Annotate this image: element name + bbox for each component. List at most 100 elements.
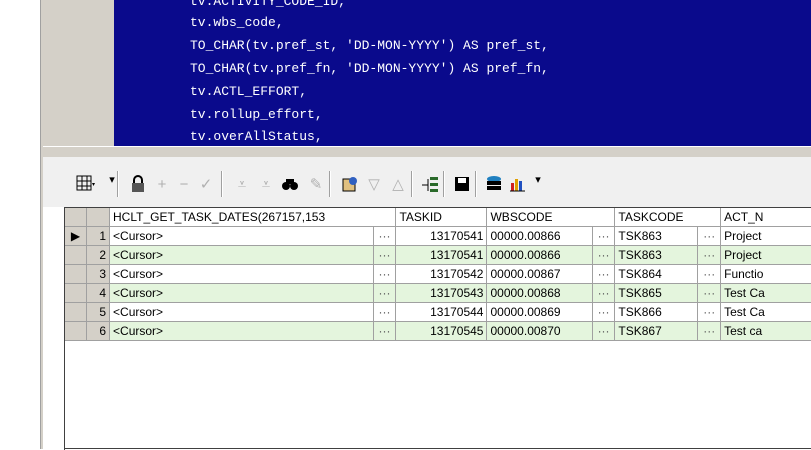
cell-ellipsis-button[interactable]: ··· xyxy=(592,283,616,303)
taskcode-cell[interactable]: TSK864 xyxy=(614,264,699,284)
row-number: 6 xyxy=(86,321,111,341)
save-icon[interactable] xyxy=(451,173,473,195)
add-icon[interactable]: + xyxy=(151,173,173,195)
act-name-cell[interactable]: Test ca xyxy=(720,321,811,341)
taskcode-cell[interactable]: TSK865 xyxy=(614,283,699,303)
explain-icon[interactable] xyxy=(419,173,441,195)
filter-icon[interactable]: ⩡ xyxy=(231,173,253,195)
results-grid: HCLT_GET_TASK_DATES(267157,153 TASKID WB… xyxy=(64,207,811,450)
table-row[interactable]: 2 <Cursor> ··· 13170541 00000.00866 ··· TSK863… xyxy=(65,245,811,265)
cell-ellipsis-button[interactable]: ··· xyxy=(592,264,616,284)
taskid-cell[interactable]: 13170541 xyxy=(395,226,488,246)
cursor-cell[interactable]: <Cursor> xyxy=(109,302,374,322)
toolbar-separator xyxy=(221,171,223,197)
taskid-cell[interactable]: 13170543 xyxy=(395,283,488,303)
edit-icon[interactable]: ✎ xyxy=(305,173,327,195)
delete-icon[interactable]: − xyxy=(173,173,195,195)
toolbar-separator xyxy=(117,171,119,197)
column-header-taskid[interactable]: TASKID xyxy=(395,208,488,227)
grid-menu-icon[interactable] xyxy=(75,173,97,195)
left-margin xyxy=(0,0,40,449)
cell-ellipsis-button[interactable]: ··· xyxy=(697,321,722,341)
wbscode-cell[interactable]: 00000.00866 xyxy=(486,226,593,246)
sql-editor[interactable]: tv.ACTIVITY_CODE_ID, tv.wbs_code, TO_CHA… xyxy=(114,0,811,146)
table-row[interactable]: ▶ 1 <Cursor> ··· 13170541 00000.00866 ··· TSK86… xyxy=(65,226,811,246)
table-row[interactable]: 3 <Cursor> ··· 13170542 00000.00867 ··· TSK864… xyxy=(65,264,811,284)
row-number: 2 xyxy=(86,245,111,265)
cell-ellipsis-button[interactable]: ··· xyxy=(373,245,397,265)
cell-ellipsis-button[interactable]: ··· xyxy=(697,245,722,265)
current-row-indicator xyxy=(65,264,87,284)
taskid-cell[interactable]: 13170545 xyxy=(395,321,488,341)
current-row-indicator xyxy=(65,302,87,322)
act-name-cell[interactable]: Project xyxy=(720,245,811,265)
row-number: 5 xyxy=(86,302,111,322)
act-name-cell[interactable]: Functio xyxy=(720,264,811,284)
cursor-cell[interactable]: <Cursor> xyxy=(109,283,374,303)
toolbar-separator xyxy=(443,171,445,197)
act-name-cell[interactable]: Test Ca xyxy=(720,302,811,322)
sort-up-icon[interactable]: △ xyxy=(387,173,409,195)
table-row[interactable]: 6 <Cursor> ··· 13170545 00000.00870 ··· TSK867… xyxy=(65,321,811,341)
taskid-cell[interactable]: 13170541 xyxy=(395,245,488,265)
wbscode-cell[interactable]: 00000.00867 xyxy=(486,264,593,284)
cell-ellipsis-button[interactable]: ··· xyxy=(373,321,397,341)
cell-ellipsis-button[interactable]: ··· xyxy=(373,283,397,303)
cell-ellipsis-button[interactable]: ··· xyxy=(697,226,722,246)
cell-ellipsis-button[interactable]: ··· xyxy=(592,245,616,265)
column-header-hclt[interactable]: HCLT_GET_TASK_DATES(267157,153 xyxy=(109,208,397,227)
row-number: 4 xyxy=(86,283,111,303)
taskid-cell[interactable]: 13170542 xyxy=(395,264,488,284)
taskcode-cell[interactable]: TSK866 xyxy=(614,302,699,322)
record-icon[interactable] xyxy=(339,173,361,195)
cursor-cell[interactable]: <Cursor> xyxy=(109,245,374,265)
taskcode-cell[interactable]: TSK863 xyxy=(614,226,699,246)
cell-ellipsis-button[interactable]: ··· xyxy=(373,264,397,284)
cursor-cell[interactable]: <Cursor> xyxy=(109,264,374,284)
act-name-cell[interactable]: Test Ca xyxy=(720,283,811,303)
chevron-down-icon[interactable]: ▾ xyxy=(527,169,549,191)
cell-ellipsis-button[interactable]: ··· xyxy=(373,226,397,246)
cell-ellipsis-button[interactable]: ··· xyxy=(592,302,616,322)
current-row-indicator xyxy=(65,321,87,341)
toolbar-separator xyxy=(329,171,331,197)
wbscode-cell[interactable]: 00000.00868 xyxy=(486,283,593,303)
cell-ellipsis-button[interactable]: ··· xyxy=(697,302,722,322)
cell-ellipsis-button[interactable]: ··· xyxy=(697,283,722,303)
act-name-cell[interactable]: Project xyxy=(720,226,811,246)
results-table: HCLT_GET_TASK_DATES(267157,153 TASKID WB… xyxy=(65,208,811,341)
export-icon[interactable] xyxy=(483,173,505,195)
cell-ellipsis-button[interactable]: ··· xyxy=(592,226,616,246)
sort-down-icon[interactable]: ▽ xyxy=(363,173,385,195)
row-number-header xyxy=(86,208,111,227)
wbscode-cell[interactable]: 00000.00869 xyxy=(486,302,593,322)
row-indicator-header xyxy=(65,208,87,227)
commit-icon[interactable]: ✓ xyxy=(195,173,217,195)
taskcode-cell[interactable]: TSK867 xyxy=(614,321,699,341)
toolbar-separator xyxy=(411,171,413,197)
table-row[interactable]: 4 <Cursor> ··· 13170543 00000.00868 ··· TSK865… xyxy=(65,283,811,303)
filter-clear-icon[interactable]: ⩡ xyxy=(255,173,277,195)
cursor-cell[interactable]: <Cursor> xyxy=(109,321,374,341)
wbscode-cell[interactable]: 00000.00870 xyxy=(486,321,593,341)
column-header-wbscode[interactable]: WBSCODE xyxy=(486,208,616,227)
toolbar-separator xyxy=(475,171,477,197)
taskcode-cell[interactable]: TSK863 xyxy=(614,245,699,265)
column-header-taskcode[interactable]: TASKCODE xyxy=(614,208,722,227)
chevron-down-icon[interactable]: ▾ xyxy=(101,169,123,191)
cell-ellipsis-button[interactable]: ··· xyxy=(697,264,722,284)
sql-line: tv.overAllStatus, xyxy=(190,129,323,144)
lock-icon[interactable] xyxy=(127,173,149,195)
table-row[interactable]: 5 <Cursor> ··· 13170544 00000.00869 ··· TSK866… xyxy=(65,302,811,322)
cell-ellipsis-button[interactable]: ··· xyxy=(373,302,397,322)
find-icon[interactable] xyxy=(279,173,301,195)
cell-ellipsis-button[interactable]: ··· xyxy=(592,321,616,341)
sql-line: TO_CHAR(tv.pref_st, 'DD-MON-YYYY') AS pr… xyxy=(190,38,549,53)
cursor-cell[interactable]: <Cursor> xyxy=(109,226,374,246)
wbscode-cell[interactable]: 00000.00866 xyxy=(486,245,593,265)
column-header-act-name[interactable]: ACT_N xyxy=(720,208,811,227)
chart-icon[interactable] xyxy=(507,173,529,195)
header-row: HCLT_GET_TASK_DATES(267157,153 TASKID WB… xyxy=(65,208,811,227)
taskid-cell[interactable]: 13170544 xyxy=(395,302,488,322)
sql-line: tv.ACTIVITY_CODE_ID, xyxy=(190,0,347,9)
